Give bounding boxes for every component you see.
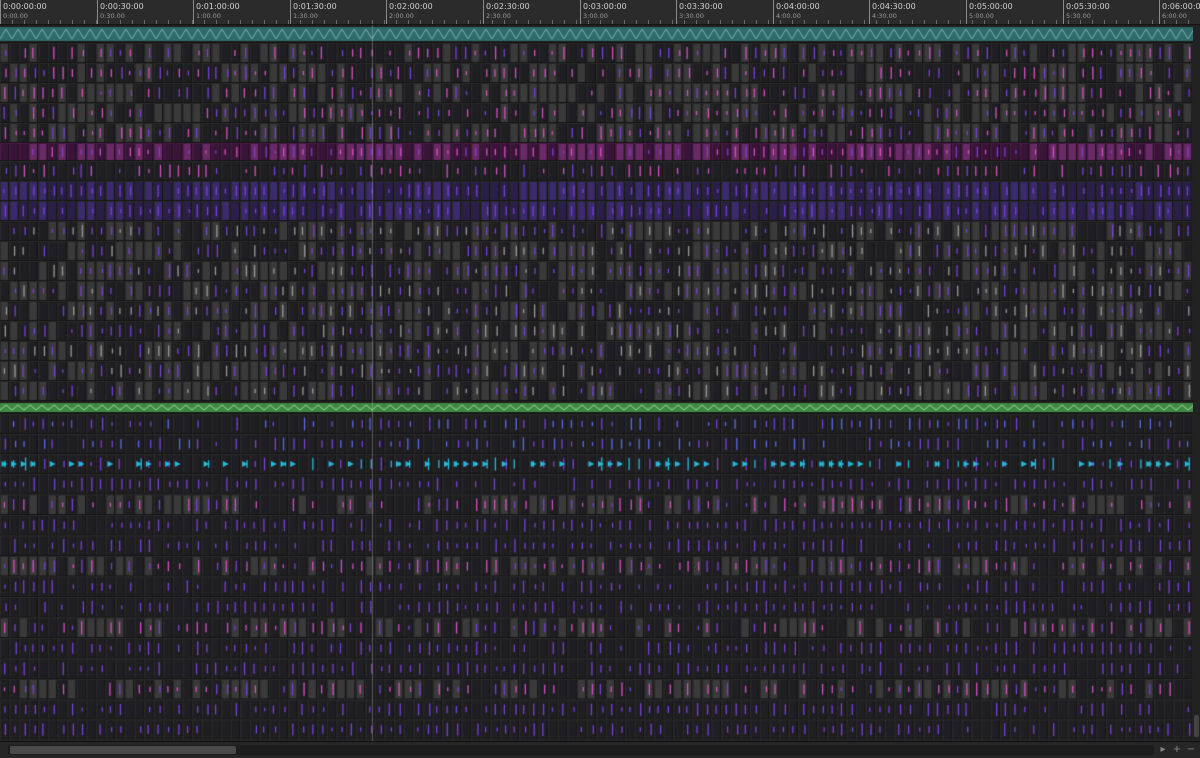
ruler-tick: 0:04:30:00 4:30.00: [869, 0, 916, 24]
ruler-tick-time: 2:30.00: [486, 12, 511, 20]
ruler-tick-time: 6:00.00: [1162, 12, 1187, 20]
ruler-tick-time: 0:30.00: [100, 12, 125, 20]
zoom-out-button[interactable]: −: [1185, 744, 1197, 756]
ruler-fine-ticks: [0, 20, 1200, 24]
ruler-tick-time: 5:00.00: [969, 12, 994, 20]
vertical-scroll-thumb[interactable]: [1194, 715, 1199, 737]
ruler-tick-time: 1:00.00: [196, 12, 221, 20]
ruler-tick: 0:03:30:00 3:30.00: [676, 0, 723, 24]
ruler-tick-timecode: 0:05:00:00: [969, 2, 1013, 11]
ruler-tick-timecode: 0:01:00:00: [196, 2, 240, 11]
zoom-in-button[interactable]: +: [1171, 744, 1183, 756]
ruler-tick-time: 4:30.00: [872, 12, 897, 20]
ruler-tick: 0:05:00:00 5:00.00: [966, 0, 1013, 24]
ruler-tick: 0:00:30:00 0:30.00: [97, 0, 144, 24]
ruler-tick-time: 0:00.00: [3, 12, 28, 20]
ruler-tick-time: 3:00.00: [583, 12, 608, 20]
ruler-tick: 0:04:00:00 4:00.00: [773, 0, 820, 24]
ruler-tick-timecode: 0:00:00:00: [3, 2, 47, 11]
ruler-tick: 0:00:00:00 0:00.00: [0, 0, 47, 24]
ruler-tick: 0:03:00:00 3:00.00: [580, 0, 627, 24]
vertical-scrollbar[interactable]: [1193, 25, 1200, 741]
ruler-tick-timecode: 0:00:30:00: [100, 2, 144, 11]
track-clips-canvas[interactable]: [0, 25, 1193, 741]
ruler-tick-time: 3:30.00: [679, 12, 704, 20]
scroll-right-icon[interactable]: ▸: [1157, 744, 1169, 756]
ruler-tick: 0:01:30:00 1:30.00: [290, 0, 337, 24]
ruler-tick: 0:01:00:00 1:00.00: [193, 0, 240, 24]
ruler-tick-timecode: 0:03:00:00: [583, 2, 627, 11]
horizontal-scrollbar[interactable]: [8, 745, 1154, 755]
ruler-tick-timecode: 0:06:00:00: [1162, 2, 1200, 11]
ruler-tick-timecode: 0:01:30:00: [293, 2, 337, 11]
multitrack-area[interactable]: [0, 25, 1200, 741]
ruler-tick-timecode: 0:05:30:00: [1066, 2, 1110, 11]
ruler-tick-timecode: 0:03:30:00: [679, 2, 723, 11]
horizontal-scroll-thumb[interactable]: [10, 746, 236, 754]
ruler-tick-time: 2:00.00: [389, 12, 414, 20]
ruler-tick-time: 4:00.00: [776, 12, 801, 20]
ruler-tick: 0:02:00:00 2:00.00: [386, 0, 433, 24]
ruler-tick-time: 5:30.00: [1066, 12, 1091, 20]
ruler-tick-timecode: 0:02:30:00: [486, 2, 530, 11]
ruler-tick-timecode: 0:04:30:00: [872, 2, 916, 11]
ruler-tick-timecode: 0:04:00:00: [776, 2, 820, 11]
ruler-tick-timecode: 0:02:00:00: [389, 2, 433, 11]
ruler-tick-time: 1:30.00: [293, 12, 318, 20]
horizontal-scrollbar-bar: ▸ + −: [0, 741, 1200, 758]
ruler-tick: 0:06:00:006:00.00: [1159, 0, 1200, 24]
timeline-ruler[interactable]: 0:00:00:00 0:00.00 0:00:30:00 0:30.00 0:01:0…: [0, 0, 1200, 25]
ruler-tick: 0:02:30:00 2:30.00: [483, 0, 530, 24]
ruler-tick: 0:05:30:00 5:30.00: [1063, 0, 1110, 24]
